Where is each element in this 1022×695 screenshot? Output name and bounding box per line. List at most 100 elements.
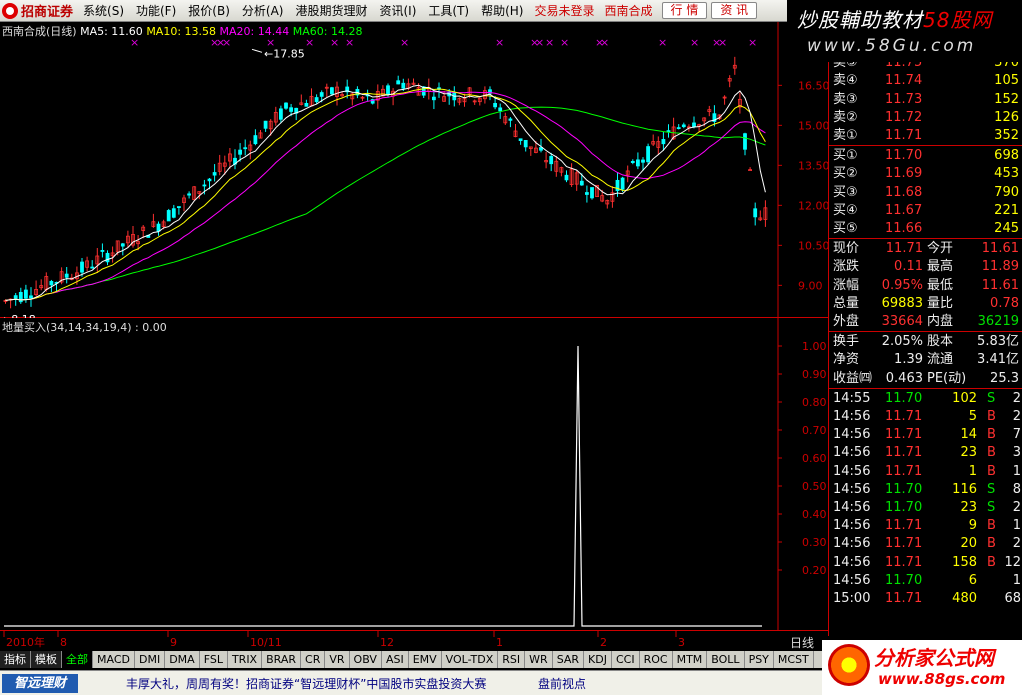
candle-body: [207, 178, 212, 182]
candle-body: [585, 192, 589, 195]
tab-dmi[interactable]: DMI: [135, 651, 166, 668]
logo-icon: [2, 2, 18, 19]
candle-body: [753, 208, 758, 218]
indicator-svg[interactable]: 1.00 0.90 0.80 0.70 0.60 0.50 0.40 0.30 0.20: [0, 318, 828, 630]
date-axis-svg: 2010年 8 9 10/11 12 1 2 3: [3, 631, 685, 649]
watermark-title-b: 58股网: [923, 8, 993, 32]
tab-全部[interactable]: 全部: [62, 651, 93, 668]
tick-time: 14:56: [833, 409, 871, 424]
kline-chart[interactable]: 16.5015.0013.5012.0010.509.00←17.85←8.18…: [0, 22, 828, 318]
ticker-logo[interactable]: 智远理财: [2, 674, 78, 693]
candle-body: [289, 107, 294, 112]
tick-row: 14:56 11.70 116 S 8: [829, 481, 1022, 499]
trading-window: 招商证券 系统(S) 功能(F) 报价(B) 分析(A) 港股期货理财 资讯(I…: [0, 0, 1022, 695]
quote-panel: 委比32.54%委差1182卖⑤11.75370卖④11.74105卖③11.7…: [828, 35, 1022, 636]
menu-tools[interactable]: 工具(T): [422, 2, 475, 19]
candle-body: [401, 82, 406, 89]
tab-dma[interactable]: DMA: [165, 651, 200, 668]
tab-vr[interactable]: VR: [325, 651, 350, 668]
ask-volume: 126: [994, 109, 1019, 125]
tab-sar[interactable]: SAR: [553, 651, 585, 668]
bid-row: 买③ 11.68 790: [829, 184, 1022, 202]
tick-side: B: [987, 536, 996, 552]
tab-cci[interactable]: CCI: [612, 651, 640, 668]
tick-volume: 14: [960, 427, 977, 443]
ticker-headline[interactable]: 丰厚大礼，周周有奖！招商证券“智远理财杯”中国股市实盘投资大赛: [126, 675, 486, 692]
tab-trix[interactable]: TRIX: [228, 651, 263, 668]
stat-row: 涨跌 0.11 最高 11.89: [829, 258, 1022, 276]
tab-emv[interactable]: EMV: [409, 651, 442, 668]
candle-body: [90, 266, 95, 269]
candle-body: [156, 223, 161, 232]
quote-separator: [829, 145, 1022, 147]
trade-login-status[interactable]: 交易未登录: [529, 2, 599, 19]
tab-cr[interactable]: CR: [301, 651, 326, 668]
fund-label-2: 流通: [927, 352, 954, 368]
ticker-premarket[interactable]: 盘前视点: [538, 675, 586, 692]
menu-quote[interactable]: 报价(B): [182, 2, 236, 19]
tab-psy[interactable]: PSY: [745, 651, 774, 668]
indicator-ytick-label: 0.60: [802, 452, 827, 465]
menu-analysis[interactable]: 分析(A): [236, 2, 290, 19]
menu-function[interactable]: 功能(F): [130, 2, 182, 19]
tab-模板[interactable]: 模板: [31, 651, 62, 668]
tab-fsl[interactable]: FSL: [200, 651, 228, 668]
candle-body: [238, 149, 243, 155]
tab-asi[interactable]: ASI: [382, 651, 409, 668]
tick-time: 14:56: [833, 481, 871, 497]
tick-row: 14:55 11.70 102 S 2: [829, 390, 1022, 408]
tab-rsi[interactable]: RSI: [498, 651, 526, 668]
quote-button[interactable]: 行 情: [661, 2, 708, 19]
signal-marker: ×: [560, 36, 569, 49]
menu-hk-futures[interactable]: 港股期货理财: [289, 2, 373, 19]
tab-mcst[interactable]: MCST: [774, 651, 814, 668]
menu-system[interactable]: 系统(S): [77, 2, 130, 19]
stat-row: 总量 69883 量比 0.78: [829, 295, 1022, 313]
tick-volume: 5: [968, 409, 977, 424]
tab-mtm[interactable]: MTM: [673, 651, 708, 668]
candle-body: [508, 118, 513, 121]
tick-row: 14:56 11.71 14 B 7: [829, 426, 1022, 444]
bid-price: 11.66: [885, 221, 923, 236]
tick-count: 2: [1012, 500, 1021, 515]
info-button[interactable]: 资 讯: [711, 2, 758, 19]
period-label[interactable]: 日线: [790, 634, 814, 651]
date-label: 2010年: [6, 635, 45, 649]
tick-side: B: [987, 518, 996, 534]
tick-count: 68: [1004, 591, 1021, 606]
stat-value-2: 11.61: [981, 241, 1019, 257]
tab-roc[interactable]: ROC: [640, 651, 673, 668]
tick-volume: 102: [952, 390, 977, 406]
tick-count: 1: [1012, 572, 1021, 588]
brand-watermark: 分析家公式网 www.88gs.com: [822, 640, 1022, 695]
tick-count: 8: [1012, 481, 1021, 497]
fundamental-row: 收益㈣ 0.463 PE(动) 25.3: [829, 370, 1022, 388]
high-marker-label: ←17.85: [264, 47, 305, 60]
fund-label-2: 股本: [927, 334, 954, 350]
bid-volume: 453: [994, 166, 1019, 182]
signal-marker: ×: [545, 36, 554, 49]
kline-ytick-label: 16.50: [798, 79, 828, 92]
tab-brar[interactable]: BRAR: [262, 651, 302, 668]
fund-label: 换手: [833, 334, 860, 350]
tab-kdj[interactable]: KDJ: [584, 651, 612, 668]
candle-body: [120, 243, 125, 247]
tab-boll[interactable]: BOLL: [707, 651, 745, 668]
tick-price: 11.71: [885, 427, 923, 443]
menu-info[interactable]: 资讯(I): [373, 2, 422, 19]
tab-wr[interactable]: WR: [525, 651, 553, 668]
ask-label: 卖③: [833, 91, 858, 107]
indicator-chart[interactable]: 1.00 0.90 0.80 0.70 0.60 0.50 0.40 0.30 0.20 地量买…: [0, 318, 828, 630]
kline-svg[interactable]: 16.5015.0013.5012.0010.509.00←17.85←8.18…: [0, 22, 828, 318]
tab-macd[interactable]: MACD: [93, 651, 135, 668]
signal-marker: ×: [495, 36, 504, 49]
tab-vol-tdx[interactable]: VOL-TDX: [442, 651, 499, 668]
fund-value-2: 25.3: [990, 370, 1019, 386]
candle-body: [431, 96, 436, 101]
tab-指标[interactable]: 指标: [0, 651, 31, 668]
tick-volume: 116: [952, 481, 977, 497]
tab-obv[interactable]: OBV: [350, 651, 382, 668]
fund-value: 2.05%: [881, 334, 923, 350]
fund-value: 0.463: [885, 370, 923, 386]
menu-help[interactable]: 帮助(H): [475, 2, 529, 19]
